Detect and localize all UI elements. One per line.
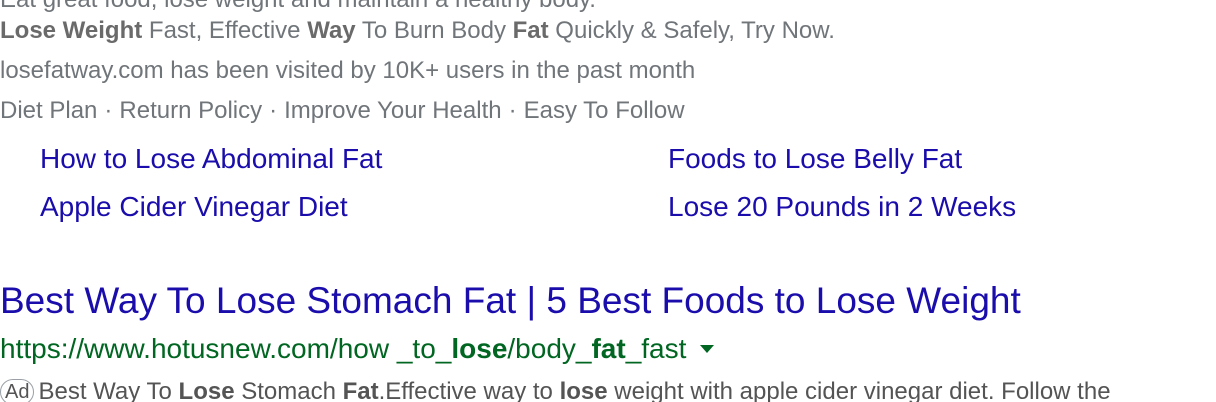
separator: ·	[508, 97, 517, 124]
ad-description-second: Ad Best Way To Lose Stomach Fat.Effective…	[0, 378, 1111, 402]
desc-part: Stomach	[234, 378, 343, 402]
search-results-page: Eat great food, lose weight and maintain…	[0, 0, 1216, 402]
inline-sitelink-return-policy[interactable]: Return Policy	[119, 97, 262, 124]
desc-part: Quickly & Safely, Try Now.	[548, 17, 835, 44]
inline-sitelinks: Diet Plan · Return Policy · Improve Your Hea…	[0, 97, 685, 125]
inline-sitelink-diet-plan[interactable]: Diet Plan	[0, 97, 97, 124]
desc-part: .Effective way to	[378, 378, 560, 402]
visited-note: losefatway.com has been visited by 10K+ …	[0, 57, 696, 84]
ad-title-link[interactable]: Best Way To Lose Stomach Fat | 5 Best Fo…	[0, 279, 1021, 323]
url-part: https://www.hotusnew.com/how _to_	[0, 333, 452, 364]
url-part: lose	[451, 333, 508, 364]
url-part: /body_	[507, 333, 592, 364]
desc-part: Way	[307, 17, 356, 44]
ad-badge: Ad	[0, 379, 35, 402]
ad-display-url: https://www.hotusnew.com/how _to_lose/bo…	[0, 332, 715, 366]
inline-sitelink-easy-to-follow[interactable]: Easy To Follow	[524, 97, 685, 124]
sitelink-belly-fat[interactable]: Foods to Lose Belly Fat	[668, 142, 962, 176]
sitelink-lose-20-pounds[interactable]: Lose 20 Pounds in 2 Weeks	[668, 190, 1016, 224]
ad-description: Lose Weight Fast, Effective Way To Burn …	[0, 17, 835, 45]
sitelink-apple-cider-vinegar[interactable]: Apple Cider Vinegar Diet	[40, 190, 348, 224]
separator: ·	[269, 97, 278, 124]
desc-part: Fast, Effective	[142, 17, 308, 44]
inline-sitelink-improve-health[interactable]: Improve Your Health	[284, 97, 501, 124]
desc-part: weight with apple cider vinegar diet. Fo…	[607, 378, 1111, 402]
url-part: _fast	[625, 333, 687, 364]
sitelink-abdominal-fat[interactable]: How to Lose Abdominal Fat	[40, 142, 382, 176]
url-part: fat	[591, 333, 626, 364]
separator: ·	[104, 97, 113, 124]
desc-part: To Burn Body	[355, 17, 513, 44]
dropdown-caret-icon[interactable]	[700, 344, 715, 353]
desc-part: Fat	[342, 378, 379, 402]
desc-part: Lose Weight	[0, 17, 143, 44]
desc-part: Best Way To	[38, 378, 179, 402]
desc-part: Lose	[178, 378, 235, 402]
desc-part: lose	[559, 378, 608, 402]
desc-part: Fat	[512, 17, 549, 44]
ad-description-clipped-line: Eat great food, lose weight and maintain…	[0, 0, 596, 14]
